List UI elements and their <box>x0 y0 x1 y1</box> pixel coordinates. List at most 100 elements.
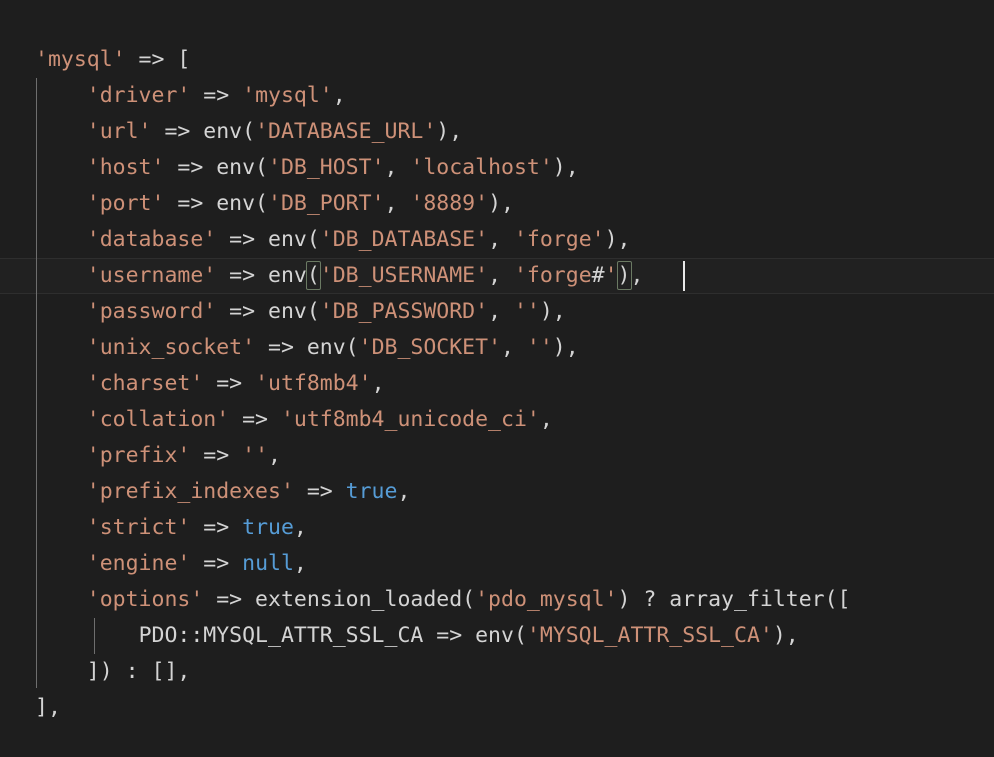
code-token: => <box>203 371 256 396</box>
code-surface[interactable]: 'mysql' => [ 'driver' => 'mysql', 'url' … <box>0 0 994 757</box>
code-token: 'utf8mb4' <box>255 371 372 396</box>
code-token: => <box>190 443 243 468</box>
code-token: => env( <box>255 335 359 360</box>
code-token: => <box>190 551 243 576</box>
code-token: ]) : [], <box>86 659 191 684</box>
code-token: => extension_loaded( <box>203 587 476 612</box>
code-line[interactable]: 'url' => env('DATABASE_URL'), <box>0 114 994 150</box>
code-line[interactable]: 'unix_socket' => env('DB_SOCKET', ''), <box>0 330 994 366</box>
code-token: 'mysql' <box>35 47 126 72</box>
code-token: ), <box>604 227 631 252</box>
code-token: 'DB_PORT' <box>268 191 385 216</box>
code-token: , <box>371 371 385 396</box>
code-token: , <box>630 263 644 288</box>
code-token: ), <box>539 299 566 324</box>
code-token: , <box>488 263 514 288</box>
code-token: 'charset' <box>86 371 204 396</box>
code-token: ), <box>552 155 579 180</box>
code-line[interactable]: 'strict' => true, <box>0 510 994 546</box>
code-token: 'port' <box>86 191 165 216</box>
code-token: ], <box>35 695 61 720</box>
code-token: true <box>345 479 398 504</box>
code-token: => env( <box>216 227 320 252</box>
code-token: 'host' <box>86 155 165 180</box>
code-line[interactable]: 'host' => env('DB_HOST', 'localhost'), <box>0 150 994 186</box>
code-line[interactable]: 'charset' => 'utf8mb4', <box>0 366 994 402</box>
code-token: 'pdo_mysql' <box>475 587 618 612</box>
code-line[interactable]: 'engine' => null, <box>0 546 994 582</box>
code-line[interactable]: 'collation' => 'utf8mb4_unicode_ci', <box>0 402 994 438</box>
code-token: ), <box>772 623 799 648</box>
code-line[interactable]: 'port' => env('DB_PORT', '8889'), <box>0 186 994 222</box>
code-token: true <box>242 515 294 540</box>
code-editor[interactable]: 'mysql' => [ 'driver' => 'mysql', 'url' … <box>0 0 994 757</box>
code-line[interactable]: 'username' => env('DB_USERNAME', 'forge#… <box>0 258 994 294</box>
code-line[interactable]: 'mysql' => [ <box>0 42 994 78</box>
code-token: , <box>488 299 514 324</box>
code-line[interactable]: ], <box>0 690 994 726</box>
code-line[interactable]: 'driver' => 'mysql', <box>0 78 994 114</box>
code-token: , <box>488 227 514 252</box>
code-token: => env( <box>164 155 269 180</box>
bracket-match-token: ) <box>616 261 632 290</box>
code-token: => <box>229 407 281 432</box>
code-token: , <box>501 335 527 360</box>
code-token: , <box>293 515 307 540</box>
code-token: 'DB_PASSWORD' <box>319 299 489 324</box>
code-token: 'localhost' <box>410 155 553 180</box>
code-token: , <box>384 191 411 216</box>
code-token: , <box>539 407 553 432</box>
code-token: 'DATABASE_URL' <box>255 119 437 144</box>
code-token: , <box>384 155 411 180</box>
code-line[interactable]: 'prefix_indexes' => true, <box>0 474 994 510</box>
code-token: => env( <box>164 191 269 216</box>
code-token: 'strict' <box>86 515 191 540</box>
code-token: => <box>293 479 346 504</box>
code-token: ), <box>488 191 514 216</box>
code-token: '' <box>513 299 540 324</box>
code-token: 'engine' <box>86 551 191 576</box>
code-line[interactable]: 'prefix' => '', <box>0 438 994 474</box>
code-token: , <box>293 551 307 576</box>
code-token: 'forge <box>513 263 592 288</box>
code-token: 'username' <box>86 263 217 288</box>
code-token: ' <box>604 263 618 288</box>
code-token: , <box>268 443 281 468</box>
code-line[interactable]: 'options' => extension_loaded('pdo_mysql… <box>0 582 994 618</box>
code-line[interactable]: PDO::MYSQL_ATTR_SSL_CA => env('MYSQL_ATT… <box>0 618 994 654</box>
code-token: 'DB_SOCKET' <box>358 335 502 360</box>
code-token: => <box>190 515 243 540</box>
code-token: 'MYSQL_ATTR_SSL_CA' <box>526 623 773 648</box>
code-line[interactable]: ]) : [], <box>0 654 994 690</box>
code-token: , <box>332 83 346 108</box>
code-token: => env <box>216 263 307 288</box>
code-token: => [ <box>125 47 191 72</box>
code-token: ), <box>436 119 463 144</box>
code-token: => env( <box>216 299 320 324</box>
code-token: 'collation' <box>86 407 230 432</box>
code-line[interactable]: 'password' => env('DB_PASSWORD', ''), <box>0 294 994 330</box>
code-line[interactable]: 'database' => env('DB_DATABASE', 'forge'… <box>0 222 994 258</box>
code-token: ) ? array_filter([ <box>617 587 851 612</box>
code-token: 'database' <box>86 227 217 252</box>
code-token: 'unix_socket' <box>86 335 256 360</box>
bracket-match-token: ( <box>305 261 321 290</box>
code-token: '' <box>242 443 269 468</box>
code-token: 'mysql' <box>242 83 333 108</box>
code-token: '8889' <box>410 191 489 216</box>
code-token: 'options' <box>86 587 204 612</box>
code-token: 'prefix' <box>86 443 191 468</box>
code-token: 'DB_USERNAME' <box>319 263 489 288</box>
